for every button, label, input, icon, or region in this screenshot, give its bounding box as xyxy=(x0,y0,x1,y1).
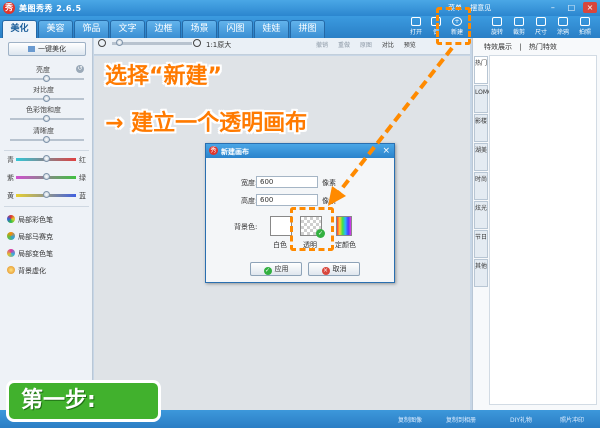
arrow-shaft xyxy=(334,46,454,198)
arrow-head xyxy=(328,186,346,206)
step-badge: 第一步: xyxy=(6,380,161,422)
tutorial-arrow xyxy=(328,46,454,206)
